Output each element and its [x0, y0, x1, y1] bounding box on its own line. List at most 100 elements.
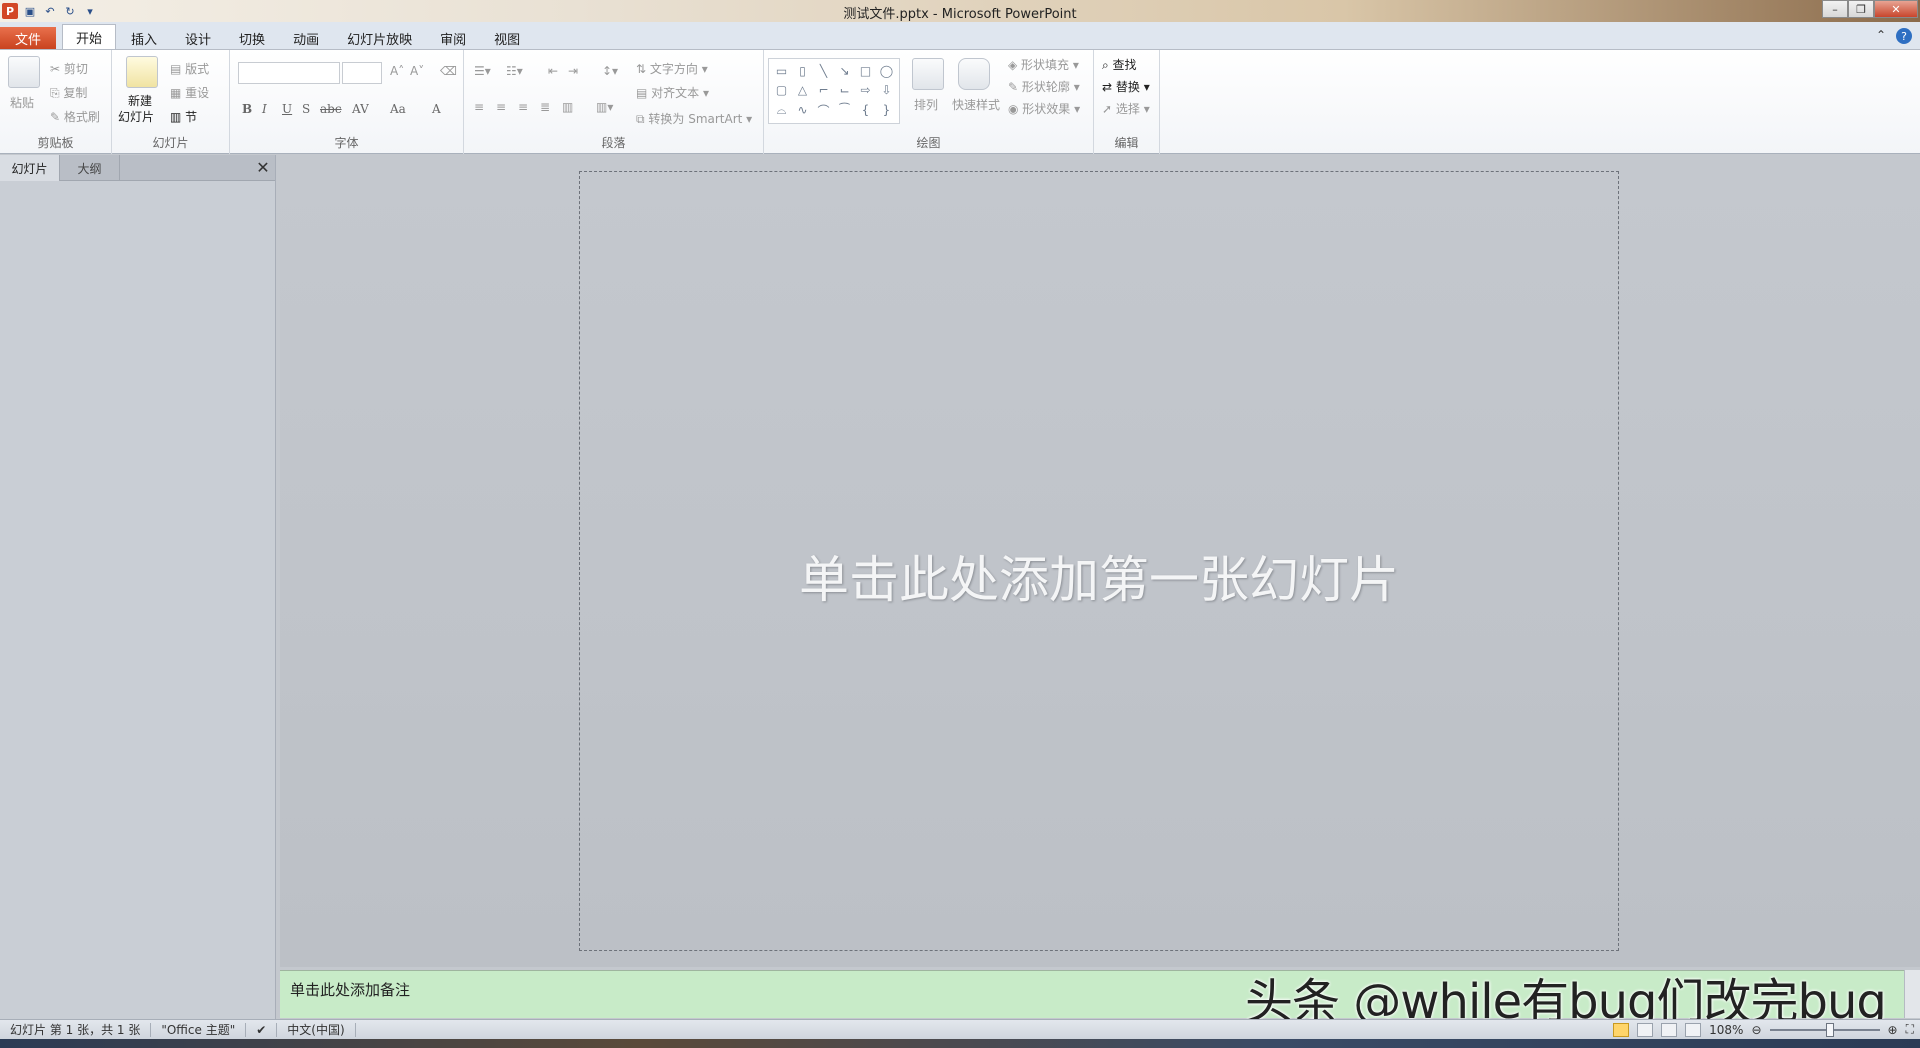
fit-window-icon[interactable]: ⛶ [1906, 1022, 1914, 1037]
decrease-indent-icon[interactable]: ⇤ [548, 64, 558, 78]
line-spacing-icon[interactable]: ↕▾ [602, 64, 618, 78]
save-icon[interactable]: ▣ [22, 3, 38, 19]
tab-file[interactable]: 文件 [0, 27, 56, 49]
align-text-button[interactable]: ▤ 对齐文本 ▾ [636, 84, 709, 101]
left-brace-shape-icon[interactable]: { [856, 100, 875, 120]
shrink-font-icon[interactable]: A˅ [410, 64, 424, 78]
rounded-rect-shape-icon[interactable]: ▢ [772, 81, 791, 98]
new-slide-label-2[interactable]: 幻灯片 [118, 108, 154, 125]
tab-slideshow[interactable]: 幻灯片放映 [334, 27, 425, 49]
spellcheck-icon[interactable]: ✔ [246, 1022, 278, 1037]
change-case-button[interactable]: Aa [390, 102, 406, 116]
shadow-button[interactable]: S [302, 102, 310, 116]
line-shape-icon[interactable]: ╲ [814, 62, 833, 79]
elbow-arrow-icon[interactable]: ⌙ [835, 81, 854, 98]
arrange-icon[interactable] [912, 58, 944, 90]
tab-review[interactable]: 审阅 [427, 27, 479, 49]
tab-outline-panel[interactable]: 大纲 [60, 155, 120, 181]
reset-button[interactable]: ▦ 重设 [170, 84, 209, 101]
strikethrough-button[interactable]: abc [320, 102, 342, 116]
grow-font-icon[interactable]: A˄ [390, 64, 404, 78]
font-color-button[interactable]: A [432, 102, 441, 116]
underline-button[interactable]: U [282, 102, 292, 116]
columns-icon[interactable]: ▥▾ [596, 100, 613, 114]
slideshow-view-icon[interactable] [1685, 1022, 1702, 1037]
numbering-icon[interactable]: ☷▾ [506, 64, 523, 78]
shape-effects-button[interactable]: ◉ 形状效果 ▾ [1008, 100, 1080, 117]
help-icon[interactable]: ? [1896, 28, 1912, 44]
slide-sorter-icon[interactable] [1637, 1022, 1654, 1037]
new-slide-label-1[interactable]: 新建 [128, 92, 152, 109]
zoom-slider-thumb[interactable] [1825, 1022, 1834, 1037]
language[interactable]: 中文(中国) [277, 1022, 356, 1037]
curve-shape-icon[interactable]: ⌒ [814, 100, 833, 120]
shape-fill-button[interactable]: ◈ 形状填充 ▾ [1008, 56, 1079, 73]
tab-home[interactable]: 开始 [62, 24, 117, 49]
right-arrow-shape-icon[interactable]: ⇨ [856, 81, 875, 98]
bold-button[interactable]: B [242, 102, 252, 116]
align-center-icon[interactable]: ≡ [496, 100, 506, 114]
clear-format-icon[interactable]: ⌫ [440, 64, 457, 78]
increase-indent-icon[interactable]: ⇥ [568, 64, 578, 78]
zoom-slider[interactable] [1769, 1022, 1880, 1037]
bullets-icon[interactable]: ☰▾ [474, 64, 491, 78]
select-button[interactable]: ➚ 选择 ▾ [1102, 100, 1150, 117]
textbox-shape-icon[interactable]: ▭ [772, 62, 791, 79]
zoom-level[interactable]: 108% [1709, 1023, 1743, 1037]
elbow-connector-icon[interactable]: ⌐ [814, 81, 833, 98]
quick-styles-icon[interactable] [958, 58, 990, 90]
quick-styles-button[interactable]: 快速样式 [952, 96, 1000, 113]
char-spacing-button[interactable]: AV [352, 102, 369, 116]
paste-icon[interactable] [8, 56, 40, 88]
justify-icon[interactable]: ≣ [540, 100, 550, 114]
shapes-gallery[interactable]: ▭ ▯ ╲ ↘ □ ◯ ▢ △ ⌐ ⌙ ⇨ ⇩ ⌓ ∿ ⌒ ⁀ { } [768, 58, 900, 124]
normal-view-icon[interactable] [1613, 1022, 1630, 1037]
text-direction-button[interactable]: ⇅ 文字方向 ▾ [636, 60, 708, 77]
layout-button[interactable]: ▤ 版式 [170, 60, 209, 77]
tab-animations[interactable]: 动画 [280, 27, 332, 49]
smartart-button[interactable]: ⧉ 转换为 SmartArt ▾ [636, 110, 752, 127]
shape-outline-button[interactable]: ✎ 形状轮廓 ▾ [1008, 78, 1080, 95]
tab-design[interactable]: 设计 [172, 27, 224, 49]
close-button[interactable]: ✕ [1874, 0, 1918, 18]
undo-icon[interactable]: ↶ [42, 3, 58, 19]
slide-canvas[interactable]: 单击此处添加第一张幻灯片 [579, 171, 1619, 951]
right-brace-shape-icon[interactable]: } [877, 100, 896, 120]
copy-button[interactable]: ⎘ 复制 [50, 84, 87, 101]
section-button[interactable]: ▥ 节 [170, 108, 197, 125]
distribute-icon[interactable]: ▥ [562, 100, 573, 114]
italic-button[interactable]: I [262, 102, 267, 116]
replace-button[interactable]: ⇄ 替换 ▾ [1102, 78, 1150, 95]
tab-slides-panel[interactable]: 幻灯片 [0, 155, 60, 181]
zoom-out-icon[interactable]: ⊖ [1751, 1023, 1761, 1037]
scribble-shape-icon[interactable]: ∿ [793, 100, 812, 120]
oval-shape-icon[interactable]: ◯ [877, 62, 896, 79]
zoom-in-icon[interactable]: ⊕ [1888, 1023, 1898, 1037]
new-slide-icon[interactable] [126, 56, 158, 88]
rectangle-shape-icon[interactable]: □ [856, 62, 875, 79]
notes-scrollbar[interactable] [1904, 970, 1920, 1018]
font-size-select[interactable] [342, 62, 382, 84]
tab-insert[interactable]: 插入 [118, 27, 170, 49]
align-left-icon[interactable]: ≡ [474, 100, 484, 114]
cut-button[interactable]: ✂ 剪切 [50, 60, 88, 77]
minimize-button[interactable]: – [1822, 0, 1848, 18]
arc-shape-icon[interactable]: ⁀ [835, 100, 854, 120]
ribbon-collapse-icon[interactable]: ⌃ [1876, 28, 1886, 44]
arrow-shape-icon[interactable]: ↘ [835, 62, 854, 79]
font-family-select[interactable] [238, 62, 340, 84]
find-button[interactable]: ⌕ 查找 [1102, 56, 1137, 73]
vertical-textbox-shape-icon[interactable]: ▯ [793, 62, 812, 79]
customize-icon[interactable]: ▾ [82, 3, 98, 19]
align-right-icon[interactable]: ≡ [518, 100, 528, 114]
tab-transitions[interactable]: 切换 [226, 27, 278, 49]
paste-button[interactable]: 粘贴 [10, 94, 34, 111]
powerpoint-icon[interactable]: P [2, 3, 18, 19]
format-painter-button[interactable]: ✎ 格式刷 [50, 108, 100, 125]
close-icon[interactable]: ✕ [251, 155, 275, 180]
redo-icon[interactable]: ↻ [62, 3, 78, 19]
arrange-button[interactable]: 排列 [914, 96, 938, 113]
down-arrow-shape-icon[interactable]: ⇩ [877, 81, 896, 98]
add-first-slide-placeholder[interactable]: 单击此处添加第一张幻灯片 [580, 540, 1618, 612]
maximize-button[interactable]: ❐ [1848, 0, 1874, 18]
